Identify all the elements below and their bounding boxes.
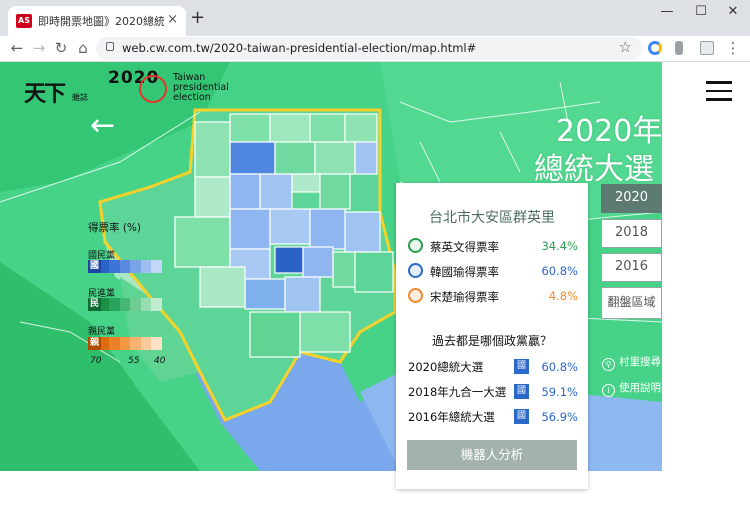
extension-icon[interactable]: [648, 41, 662, 55]
window-close-button[interactable]: ✕: [718, 4, 748, 19]
candidate-name: 宋楚瑜得票率: [430, 290, 499, 304]
history-row: 2018年九合一大選 國 59.1%: [408, 384, 578, 400]
forward-button[interactable]: →: [30, 39, 48, 57]
year-button-2016[interactable]: 2016: [601, 253, 662, 282]
history-pct: 56.9%: [541, 410, 578, 424]
hamburger-line: [706, 98, 732, 101]
history-label: 2018年九合一大選: [408, 385, 507, 399]
candidate-avatar: [408, 238, 423, 253]
candidate-row: 韓國瑜得票率 60.8%: [408, 263, 578, 281]
maximize-button[interactable]: ☐: [686, 4, 716, 19]
favicon-icon: AS: [16, 14, 32, 28]
hamburger-menu-icon[interactable]: [706, 81, 732, 107]
microphone-icon[interactable]: [675, 41, 683, 55]
kmt-badge: 國: [514, 384, 529, 399]
back-button[interactable]: ←: [8, 39, 26, 57]
village-search-link[interactable]: ⚲ 村里搜尋: [602, 354, 661, 371]
panel-title: 台北市大安區群英里: [429, 210, 555, 226]
minimize-button[interactable]: —: [652, 4, 682, 19]
browser-tab[interactable]: AS 即時開票地圖》2020總統大選 ×: [8, 6, 186, 36]
candidate-avatar: [408, 288, 423, 303]
robot-analysis-button[interactable]: 機器人分析: [407, 440, 577, 470]
candidate-pct: 60.8%: [541, 264, 578, 278]
browser-tab-bar: AS 即時開票地圖》2020總統大選 × + — ☐ ✕: [0, 0, 750, 36]
search-icon: ⚲: [602, 358, 615, 371]
kmt-badge: 國: [514, 409, 529, 424]
bookmark-star-icon[interactable]: ☆: [619, 38, 632, 56]
legend-tick-40: 40: [154, 356, 166, 366]
logo-text-line3: election: [173, 92, 211, 103]
url-field[interactable]: web.cw.com.tw/2020-taiwan-presidential-e…: [96, 37, 642, 60]
history-row: 2016年總統大選 國 56.9%: [408, 409, 578, 425]
page-title-line2: 總統大選: [534, 152, 654, 187]
history-pct: 60.8%: [541, 360, 578, 374]
candidate-name: 蔡英文得票率: [430, 240, 499, 254]
history-pct: 59.1%: [541, 385, 578, 399]
village-search-label: 村里搜尋: [619, 356, 661, 368]
extension-2-icon[interactable]: [700, 41, 714, 55]
new-tab-button[interactable]: +: [190, 7, 205, 28]
url-text: web.cw.com.tw/2020-taiwan-presidential-e…: [122, 41, 477, 55]
address-bar-row: ← → ↻ ⌂ web.cw.com.tw/2020-taiwan-presid…: [0, 36, 750, 62]
history-label: 2020總統大選: [408, 360, 484, 374]
candidate-name: 韓國瑜得票率: [430, 265, 499, 279]
year-button-2020[interactable]: 2020: [601, 184, 662, 213]
cw-logo-sub: 雜誌: [72, 93, 88, 102]
candidate-pct: 4.8%: [548, 289, 578, 303]
legend-pfp-label: 親民黨: [88, 327, 116, 337]
logo-circle-icon: [139, 75, 167, 103]
history-label: 2016年總統大選: [408, 410, 495, 424]
history-row: 2020總統大選 國 60.8%: [408, 359, 578, 375]
village-info-panel: 台北市大安區群英里 蔡英文得票率 34.4% 韓國瑜得票率 60.8% 宋楚瑜得…: [396, 183, 588, 489]
legend-kmt-tag: 國: [88, 260, 101, 273]
legend-pfp-tag: 親: [88, 337, 101, 350]
home-button[interactable]: ⌂: [74, 39, 92, 57]
legend-tick-55: 55: [128, 356, 140, 366]
candidate-row: 蔡英文得票率 34.4%: [408, 238, 578, 256]
map-back-arrow-icon[interactable]: ←: [90, 108, 115, 143]
right-column: [662, 62, 750, 471]
browser-menu-icon[interactable]: ⋮: [724, 39, 742, 57]
legend-title: 得票率 (%): [88, 222, 142, 234]
info-icon: i: [602, 384, 615, 397]
page-content: 天下 雜誌 2020 Taiwan presidential election …: [0, 62, 750, 523]
flip-region-button[interactable]: 翻盤區域: [601, 287, 662, 319]
hamburger-line: [706, 81, 732, 84]
year-button-2018[interactable]: 2018: [601, 219, 662, 248]
candidate-row: 宋楚瑜得票率 4.8%: [408, 288, 578, 306]
legend-tick-70: 70: [90, 356, 102, 366]
reload-button[interactable]: ↻: [52, 39, 70, 57]
lock-icon: [106, 42, 114, 51]
history-question: 過去都是哪個政黨贏？: [431, 334, 552, 348]
help-label: 使用說明: [619, 382, 661, 394]
tab-close-icon[interactable]: ×: [167, 12, 178, 27]
kmt-badge: 國: [514, 359, 529, 374]
help-link[interactable]: i 使用說明: [602, 380, 661, 397]
candidate-avatar: [408, 263, 423, 278]
candidate-pct: 34.4%: [541, 239, 578, 253]
hamburger-line: [706, 89, 732, 92]
legend-dpp-tag: 民: [88, 298, 101, 311]
logo-text: Taiwan presidential election: [173, 73, 229, 103]
cw-logo[interactable]: 天下: [24, 76, 66, 108]
tab-title: 即時開票地圖》2020總統大選: [38, 15, 164, 28]
logo-year: 2020: [108, 68, 160, 88]
